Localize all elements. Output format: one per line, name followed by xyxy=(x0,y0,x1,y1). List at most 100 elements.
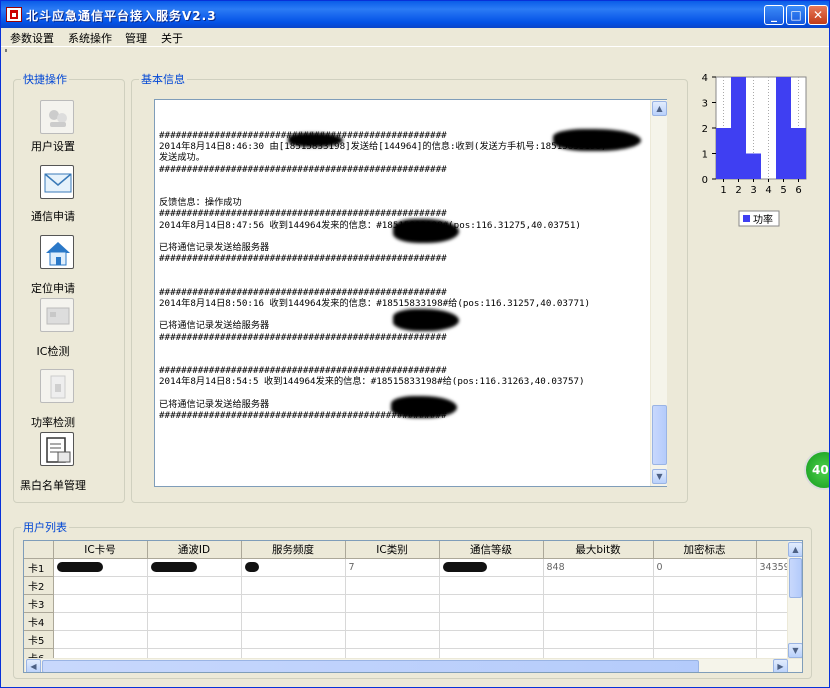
column-header[interactable]: 通波ID xyxy=(147,541,242,559)
table-cell[interactable] xyxy=(439,612,544,631)
scroll-down-button[interactable]: ▼ xyxy=(652,469,667,484)
log-textarea[interactable]: ########################################… xyxy=(154,99,667,487)
table-cell[interactable] xyxy=(147,576,242,595)
grid-scroll-down[interactable]: ▼ xyxy=(788,643,802,658)
table-cell[interactable] xyxy=(53,576,148,595)
log-line: ########################################… xyxy=(159,208,447,220)
column-header[interactable]: 通信等级 xyxy=(439,541,544,559)
table-cell[interactable] xyxy=(543,576,654,595)
table-cell[interactable] xyxy=(241,576,346,595)
grid-scroll-left[interactable]: ◀ xyxy=(26,659,41,672)
table-cell[interactable] xyxy=(756,630,791,649)
toolbar-grip xyxy=(5,49,7,52)
table-row[interactable]: 卡3 xyxy=(24,594,791,613)
card-icon[interactable] xyxy=(40,298,74,332)
grid-vthumb[interactable] xyxy=(789,558,802,598)
column-header[interactable]: IC类别 xyxy=(345,541,440,559)
minimize-button[interactable]: _ xyxy=(764,5,784,25)
menu-manage[interactable]: 管理 xyxy=(125,30,147,46)
table-cell[interactable] xyxy=(147,630,242,649)
user-table: IC卡号 通波ID 服务频度 IC类别 通信等级 最大bit数 加密标志 卡1 7 848 0 34… xyxy=(24,541,791,667)
power-icon[interactable] xyxy=(40,369,74,403)
table-cell[interactable] xyxy=(53,594,148,613)
table-row[interactable]: 卡1 7 848 0 34359 xyxy=(24,558,791,577)
quick-actions-legend: 快捷操作 xyxy=(23,73,67,86)
column-header[interactable]: IC卡号 xyxy=(53,541,148,559)
table-cell[interactable]: 0 xyxy=(653,558,757,577)
column-header[interactable]: 最大bit数 xyxy=(543,541,654,559)
table-cell[interactable] xyxy=(543,612,654,631)
table-cell[interactable] xyxy=(439,576,544,595)
row-header[interactable]: 卡2 xyxy=(24,576,54,595)
grid-hscrollbar[interactable]: ◀ ▶ xyxy=(24,658,802,672)
table-cell[interactable] xyxy=(756,612,791,631)
table-cell[interactable] xyxy=(241,594,346,613)
table-cell[interactable] xyxy=(345,612,440,631)
table-cell[interactable] xyxy=(345,576,440,595)
menu-system[interactable]: 系统操作 xyxy=(68,30,112,46)
blacklist-manage-label: 黑白名单管理 xyxy=(20,479,86,492)
mail-icon[interactable] xyxy=(40,165,74,199)
grid-scroll-right[interactable]: ▶ xyxy=(773,659,788,672)
table-cell[interactable] xyxy=(653,594,757,613)
chart-bar xyxy=(716,128,731,179)
column-header[interactable]: 加密标志 xyxy=(653,541,757,559)
table-row[interactable]: 卡2 xyxy=(24,576,791,595)
table-cell[interactable] xyxy=(241,630,346,649)
table-cell[interactable] xyxy=(53,558,148,577)
table-cell[interactable] xyxy=(439,594,544,613)
log-line: 2014年8月14日8:54:5 收到144964发来的信息：#18515833… xyxy=(159,376,585,388)
app-icon xyxy=(6,7,22,22)
grid-hthumb[interactable] xyxy=(42,660,699,672)
scroll-up-button[interactable]: ▲ xyxy=(652,101,667,116)
table-cell[interactable] xyxy=(439,630,544,649)
title-bar[interactable]: 北斗应急通信平台接入服务V2.3 _ □ ✕ xyxy=(1,1,829,28)
list-icon[interactable] xyxy=(40,432,74,466)
close-button[interactable]: ✕ xyxy=(808,5,828,25)
table-row[interactable]: 卡4 xyxy=(24,612,791,631)
table-cell[interactable] xyxy=(653,630,757,649)
row-header[interactable]: 卡5 xyxy=(24,630,54,649)
table-cell[interactable]: 7 xyxy=(345,558,440,577)
log-line: ########################################… xyxy=(159,365,447,377)
maximize-button[interactable]: □ xyxy=(786,5,806,25)
menu-about[interactable]: 关于 xyxy=(161,30,183,46)
table-cell[interactable] xyxy=(756,594,791,613)
table-cell[interactable] xyxy=(147,558,242,577)
row-header[interactable]: 卡3 xyxy=(24,594,54,613)
table-cell[interactable] xyxy=(147,612,242,631)
table-cell[interactable] xyxy=(756,576,791,595)
table-cell[interactable] xyxy=(439,558,544,577)
redaction-blot xyxy=(288,133,343,147)
table-cell[interactable] xyxy=(241,558,346,577)
chart-bar xyxy=(746,153,761,179)
chart-bar xyxy=(731,77,746,179)
column-header[interactable] xyxy=(756,541,791,559)
table-row[interactable]: 卡5 xyxy=(24,630,791,649)
table-cell[interactable] xyxy=(543,594,654,613)
table-cell[interactable] xyxy=(345,630,440,649)
power-chart: 012341 2 3 4 5 6功率 xyxy=(702,73,807,227)
user-grid[interactable]: IC卡号 通波ID 服务频度 IC类别 通信等级 最大bit数 加密标志 卡1 7 848 0 34… xyxy=(23,540,803,673)
table-cell[interactable] xyxy=(653,576,757,595)
user-settings-icon[interactable] xyxy=(40,100,74,134)
log-scrollbar[interactable]: ▲ ▼ xyxy=(650,100,667,486)
row-header[interactable]: 卡1 xyxy=(24,558,54,577)
table-cell[interactable]: 848 xyxy=(543,558,654,577)
house-icon[interactable] xyxy=(40,235,74,269)
table-cell[interactable] xyxy=(147,594,242,613)
table-cell[interactable] xyxy=(653,612,757,631)
column-header[interactable]: 服务频度 xyxy=(241,541,346,559)
table-cell[interactable] xyxy=(241,612,346,631)
row-header[interactable]: 卡4 xyxy=(24,612,54,631)
table-cell[interactable]: 34359 xyxy=(756,558,791,577)
grid-vscrollbar[interactable]: ▲ ▼ xyxy=(787,541,802,659)
table-cell[interactable] xyxy=(53,630,148,649)
table-cell[interactable] xyxy=(543,630,654,649)
table-cell[interactable] xyxy=(53,612,148,631)
scroll-thumb[interactable] xyxy=(652,405,667,465)
menu-params[interactable]: 参数设置 xyxy=(10,30,54,46)
grid-scroll-up[interactable]: ▲ xyxy=(788,542,802,557)
table-cell[interactable] xyxy=(345,594,440,613)
